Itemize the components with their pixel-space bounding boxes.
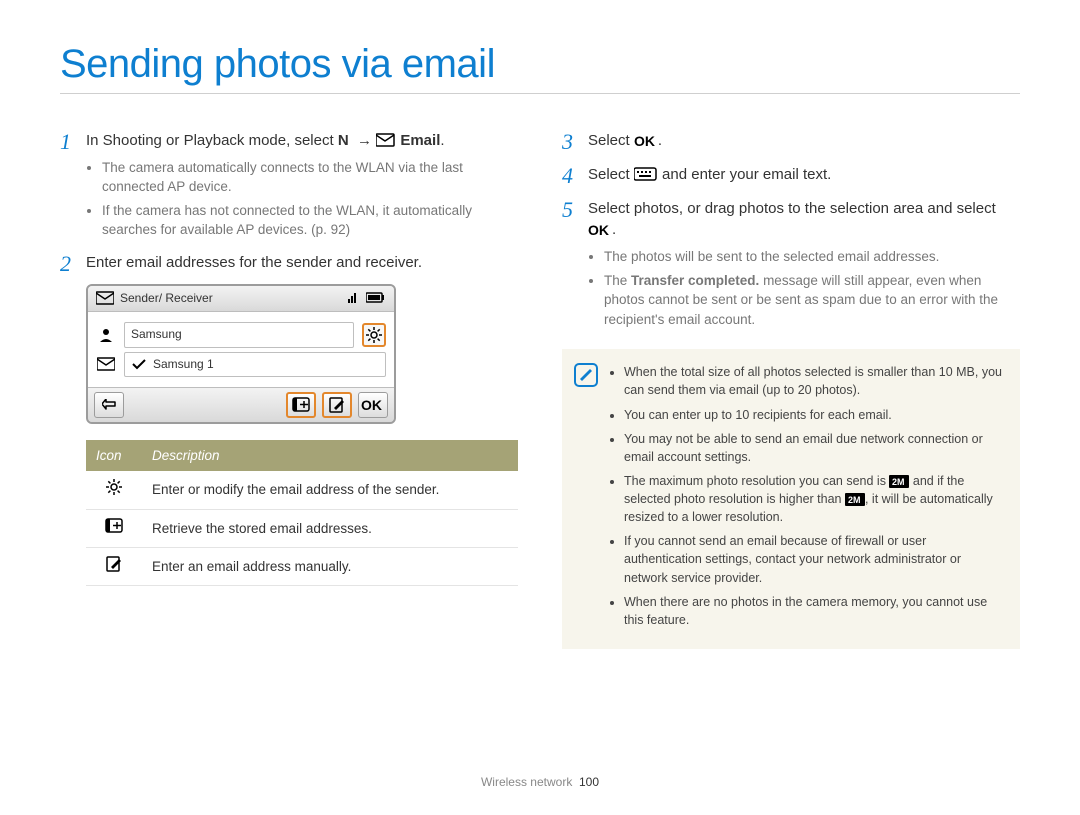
resolution-2m-icon (845, 493, 865, 506)
addressbook-button[interactable] (286, 392, 316, 418)
step-2-text: Enter email addresses for the sender and… (86, 254, 422, 271)
receiver-field[interactable]: Samsung 1 (124, 352, 386, 377)
envelope-icon (96, 290, 114, 306)
ok-icon (634, 134, 658, 148)
note-icon (574, 363, 598, 387)
ok-icon (361, 398, 385, 412)
ok-icon (588, 223, 612, 237)
step-5: 5 Select photos, or drag photos to the s… (562, 198, 1020, 330)
compose-icon (329, 397, 345, 413)
note-item: When there are no photos in the camera m… (624, 593, 1004, 629)
back-icon (102, 399, 116, 411)
addressbook-icon (292, 397, 310, 412)
note-box: When the total size of all photos select… (562, 349, 1020, 649)
step-1-sub-1: The camera automatically connects to the… (102, 158, 518, 197)
step-3: 3 Select . (562, 130, 1020, 152)
back-button[interactable] (94, 392, 124, 418)
step-4: 4 Select and enter your email text. (562, 164, 1020, 186)
step-5-sub-1: The photos will be sent to the selected … (604, 247, 1020, 267)
sender-field[interactable]: Samsung (124, 322, 354, 347)
th-icon: Icon (86, 440, 142, 472)
note-item: When the total size of all photos select… (624, 363, 1004, 399)
signal-icon (348, 291, 358, 305)
ok-button[interactable] (358, 392, 388, 418)
envelope-icon (97, 356, 115, 372)
note-item: If you cannot send an email because of f… (624, 532, 1004, 586)
compose-button[interactable] (322, 392, 352, 418)
sender-settings-button[interactable] (362, 323, 386, 347)
step-1-text: In Shooting or Playback mode, select N →… (86, 132, 445, 149)
note-item: You can enter up to 10 recipients for ea… (624, 406, 1004, 424)
table-row: Enter an email address manually. (86, 547, 518, 586)
keyboard-icon (634, 166, 658, 182)
battery-icon (366, 291, 386, 305)
step-5-sub-2: The Transfer completed. message will sti… (604, 271, 1020, 330)
page-footer: Wireless network 100 (0, 775, 1080, 789)
resolution-2m-icon (889, 475, 909, 488)
note-item: You may not be able to send an email due… (624, 430, 1004, 466)
th-desc: Description (142, 440, 518, 472)
envelope-icon (376, 132, 396, 148)
addressbook-icon (105, 518, 123, 533)
compose-icon (106, 556, 122, 572)
note-item: The maximum photo resolution you can sen… (624, 472, 1004, 526)
page-title: Sending photos via email (60, 42, 1020, 94)
gear-icon (366, 327, 382, 343)
table-row: Enter or modify the email address of the… (86, 471, 518, 509)
step-2: 2 Enter email addresses for the sender a… (60, 252, 518, 586)
step-1: 1 In Shooting or Playback mode, select N… (60, 130, 518, 240)
icon-description-table: Icon Description Enter or modify the ema… (86, 440, 518, 586)
gear-icon (106, 479, 122, 495)
person-icon (99, 327, 113, 343)
camera-ui-mock: Sender/ Receiver Samsung (86, 284, 396, 424)
cam-header: Sender/ Receiver (120, 290, 213, 307)
table-row: Retrieve the stored email addresses. (86, 510, 518, 548)
check-icon (131, 357, 147, 371)
step-1-sub-2: If the camera has not connected to the W… (102, 201, 518, 240)
